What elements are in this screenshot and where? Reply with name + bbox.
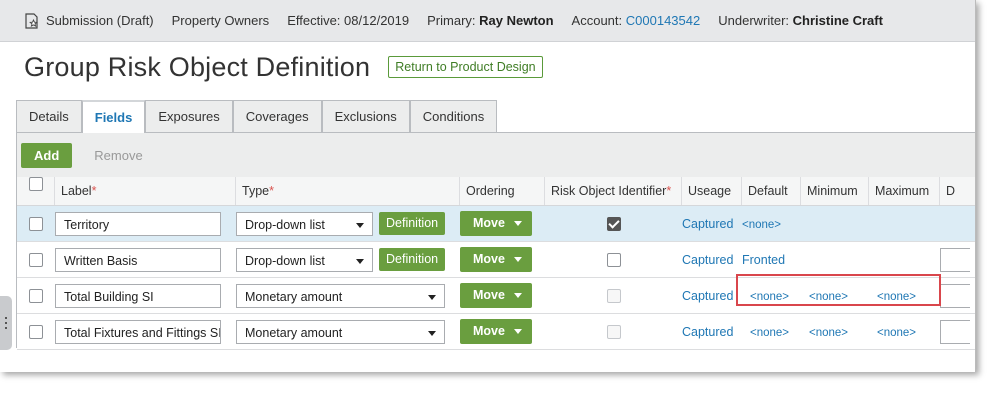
risk-object-identifier-checkbox[interactable] — [606, 216, 621, 231]
row-checkbox[interactable] — [29, 324, 43, 339]
column-header-risk-object-identifier[interactable]: Risk Object Identifier * — [545, 177, 682, 205]
table-row[interactable]: Territory Drop-down list Definition Move … — [17, 206, 975, 242]
effective-date: Effective: 08/12/2019 — [287, 13, 410, 28]
account: Account: C000143542 — [571, 13, 701, 28]
maximum-link[interactable]: <none> — [877, 327, 916, 339]
default-link[interactable]: <none> — [750, 327, 789, 339]
column-header-truncated[interactable]: D — [940, 177, 970, 205]
chevron-down-icon — [356, 258, 364, 264]
chevron-down-icon — [513, 257, 522, 263]
truncated-input[interactable] — [940, 319, 970, 344]
column-header-ordering[interactable]: Ordering — [460, 177, 545, 205]
return-to-product-design-button[interactable]: Return to Product Design — [388, 56, 543, 78]
table-row[interactable]: Written Basis Drop-down list Definition M… — [17, 242, 975, 278]
type-select[interactable]: Drop-down list — [236, 211, 373, 236]
move-button[interactable]: Move — [460, 319, 532, 344]
chevron-down-icon — [428, 294, 436, 300]
row-checkbox[interactable] — [29, 216, 43, 231]
table-row[interactable]: Total Fixtures and Fittings SI Monetary … — [17, 314, 975, 350]
chevron-down-icon — [513, 221, 522, 227]
type-select[interactable]: Monetary amount — [236, 319, 445, 344]
tab-fields[interactable]: Fields — [81, 100, 146, 135]
tab-coverages[interactable]: Coverages — [232, 100, 322, 132]
column-header-label[interactable]: Label* — [55, 177, 236, 205]
maximum-link[interactable]: <none> — [877, 291, 916, 303]
app-window: Submission (Draft) Property Owners Effec… — [0, 0, 976, 372]
label-input[interactable]: Written Basis — [55, 247, 221, 272]
fields-panel: Add Remove Label* Type* Ordering Risk Ob… — [16, 133, 975, 350]
underwriter: Underwriter: Christine Craft — [718, 13, 883, 28]
page-title: Group Risk Object Definition — [24, 51, 371, 82]
grid-toolbar: Add Remove — [17, 133, 975, 177]
risk-object-identifier-checkbox[interactable] — [606, 252, 621, 267]
tab-exclusions[interactable]: Exclusions — [321, 100, 410, 132]
tab-conditions[interactable]: Conditions — [409, 100, 498, 132]
column-header-maximum[interactable]: Maximum — [869, 177, 940, 205]
select-all-checkbox[interactable] — [28, 177, 43, 191]
useage-link[interactable]: Captured — [682, 289, 733, 303]
grid-header: Label* Type* Ordering Risk Object Identi… — [17, 177, 975, 206]
useage-link[interactable]: Captured — [682, 217, 733, 231]
move-button[interactable]: Move — [460, 247, 532, 272]
truncated-input[interactable] — [940, 247, 970, 272]
account-link[interactable]: C000143542 — [626, 13, 700, 28]
select-all-cell — [17, 177, 55, 205]
type-select[interactable]: Drop-down list — [236, 247, 373, 272]
risk-object-identifier-checkbox[interactable] — [606, 324, 621, 339]
document-star-icon — [24, 12, 40, 29]
definition-button[interactable]: Definition — [379, 211, 446, 235]
tab-bar: Details Fields Exposures Coverages Exclu… — [16, 99, 975, 135]
product-name: Property Owners — [171, 13, 270, 28]
column-header-minimum[interactable]: Minimum — [801, 177, 869, 205]
submission-status: Submission (Draft) — [46, 13, 154, 28]
primary-insured: Primary: Ray Newton — [427, 13, 554, 28]
side-panel-handle[interactable] — [0, 296, 12, 350]
table-row[interactable]: Total Building SI Monetary amount Move C… — [17, 278, 975, 314]
header: Group Risk Object Definition Return to P… — [0, 42, 975, 92]
chevron-down-icon — [428, 330, 436, 336]
move-button[interactable]: Move — [460, 283, 532, 308]
label-input[interactable]: Total Building SI — [55, 283, 221, 308]
row-checkbox[interactable] — [29, 252, 43, 267]
minimum-link[interactable]: <none> — [809, 291, 848, 303]
row-checkbox[interactable] — [29, 288, 43, 303]
tab-details[interactable]: Details — [16, 100, 82, 132]
add-button[interactable]: Add — [21, 142, 73, 168]
risk-object-identifier-checkbox[interactable] — [606, 288, 621, 303]
chevron-down-icon — [356, 222, 364, 228]
definition-button[interactable]: Definition — [379, 247, 446, 271]
minimum-link[interactable]: <none> — [809, 327, 848, 339]
useage-link[interactable]: Captured — [682, 325, 733, 339]
remove-button[interactable]: Remove — [94, 148, 142, 163]
default-link[interactable]: Fronted — [742, 253, 785, 267]
column-header-default[interactable]: Default — [742, 177, 801, 205]
default-link[interactable]: <none> — [742, 219, 781, 231]
chevron-down-icon — [513, 293, 522, 299]
default-link[interactable]: <none> — [750, 291, 789, 303]
label-input[interactable]: Total Fixtures and Fittings SI — [55, 319, 221, 344]
info-bar: Submission (Draft) Property Owners Effec… — [0, 0, 975, 42]
truncated-input[interactable] — [940, 283, 970, 308]
label-input[interactable]: Territory — [55, 211, 221, 236]
column-header-type[interactable]: Type* — [236, 177, 460, 205]
type-select[interactable]: Monetary amount — [236, 283, 445, 308]
column-header-useage[interactable]: Useage — [682, 177, 742, 205]
tab-exposures[interactable]: Exposures — [145, 100, 233, 132]
move-button[interactable]: Move — [460, 211, 532, 236]
chevron-down-icon — [513, 329, 522, 335]
useage-link[interactable]: Captured — [682, 253, 733, 267]
